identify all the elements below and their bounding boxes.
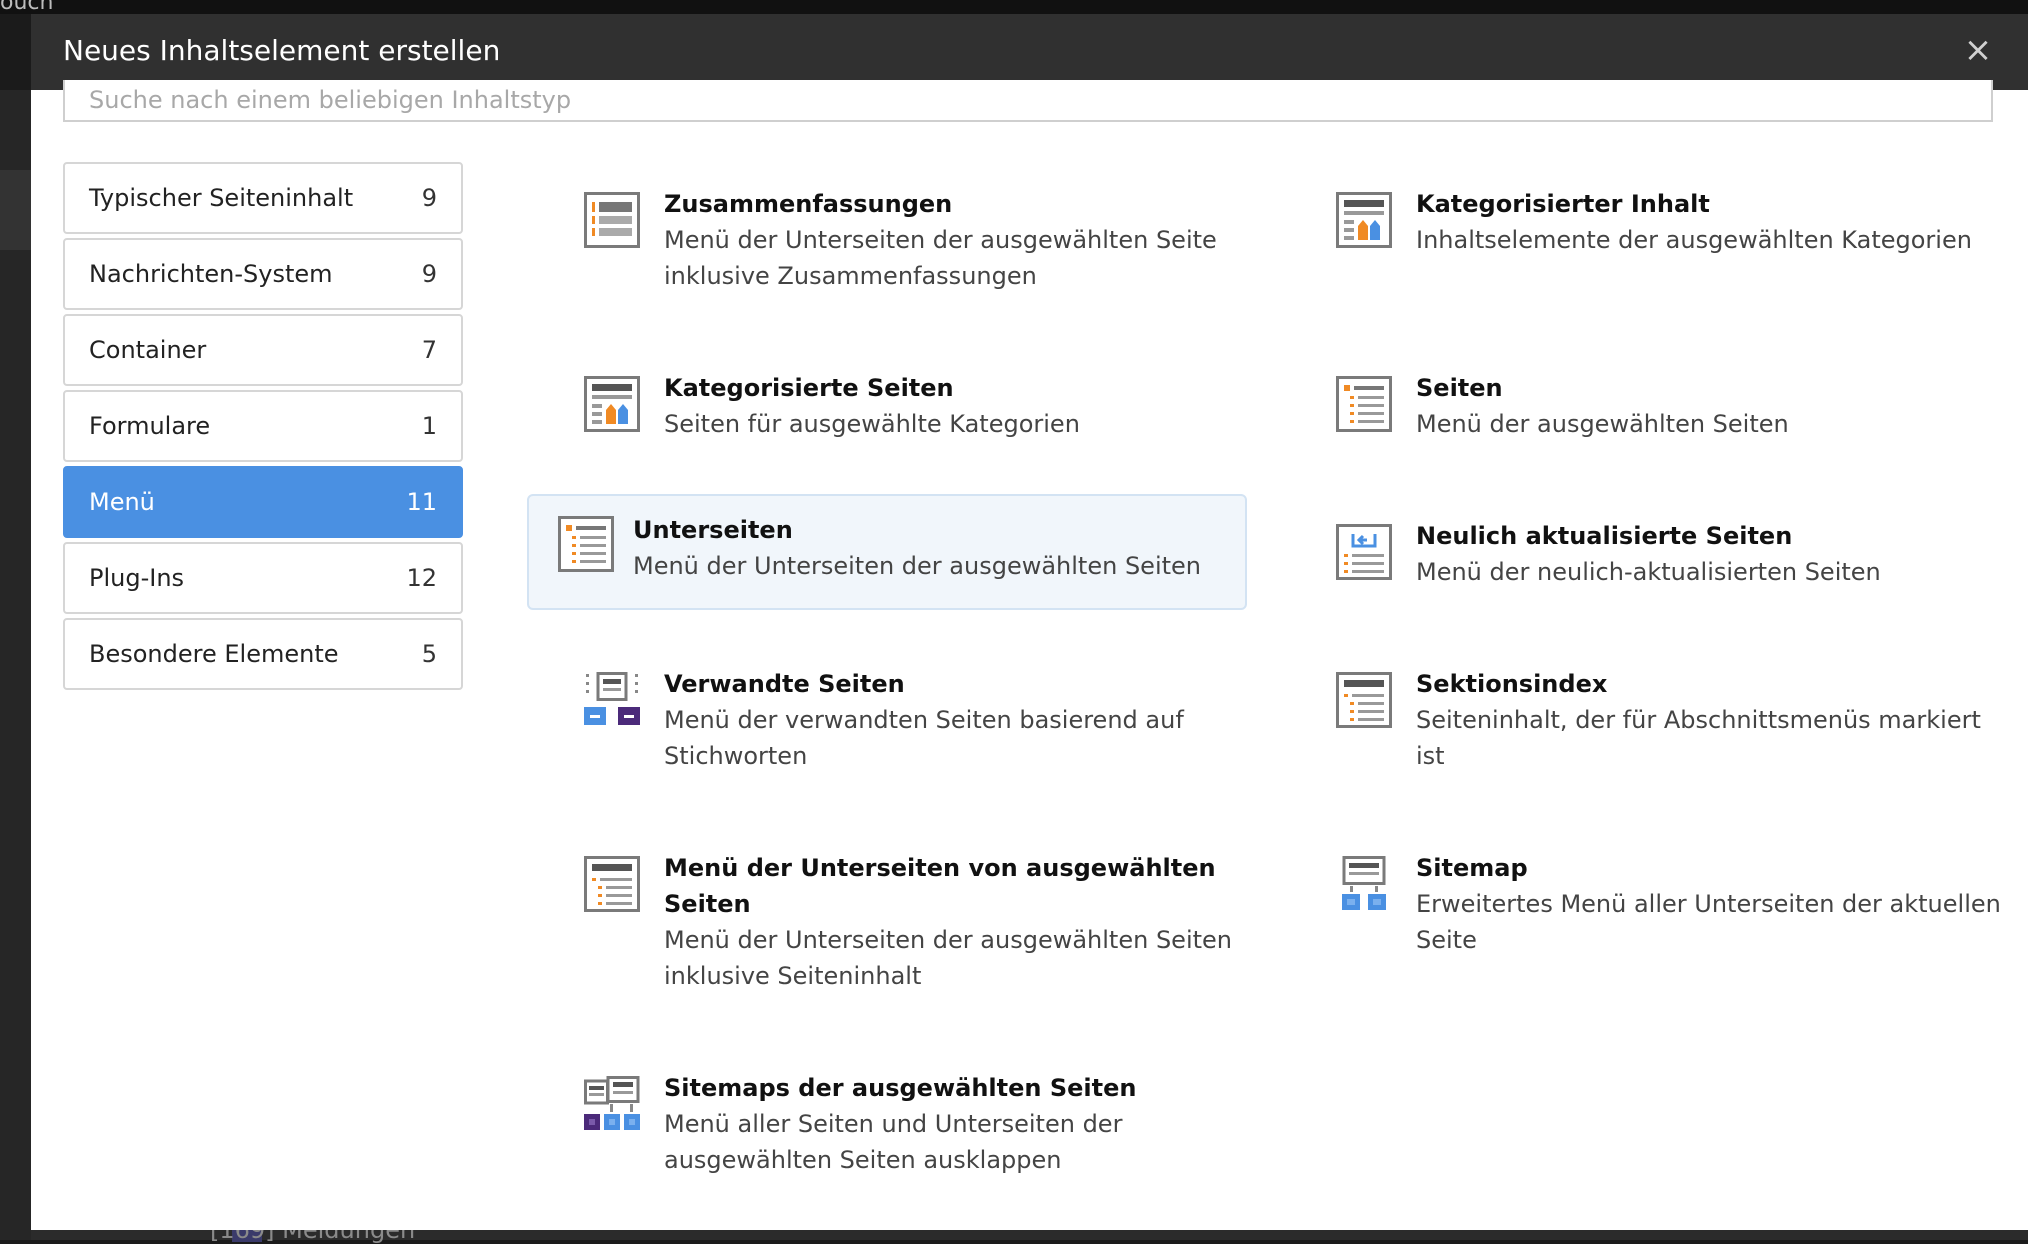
item-sitemap[interactable]: Sitemap Erweitertes Menü aller Unterseit… (1310, 836, 2028, 996)
item-neulich-aktualisierte-seiten[interactable]: Neulich aktualisierte Seiten Menü der ne… (1310, 504, 2028, 614)
subpages-content-icon (584, 856, 640, 912)
category-count: 9 (421, 184, 437, 212)
item-sitemaps-der-ausgewaehlten-seiten[interactable]: Sitemaps der ausgewählten Seiten Menü al… (558, 1056, 1278, 1216)
item-title: Neulich aktualisierte Seiten (1416, 522, 1793, 550)
search-input[interactable] (63, 80, 1993, 122)
categorized-pages-icon (584, 376, 640, 432)
background-topbar (0, 0, 2028, 14)
category-count: 5 (421, 640, 437, 668)
item-description: Menü der verwandten Seiten basierend auf (664, 706, 1184, 734)
category-count: 11 (406, 488, 437, 516)
item-kategorisierter-inhalt[interactable]: Kategorisierter Inhalt Inhaltselemente d… (1310, 172, 2028, 322)
category-typischer-seiteninhalt[interactable]: Typischer Seiteninhalt 9 (63, 162, 463, 234)
item-description: Stichworten (664, 742, 808, 770)
item-description: Menü aller Seiten und Unterseiten der (664, 1110, 1123, 1138)
item-seiten[interactable]: Seiten Menü der ausgewählten Seiten (1310, 356, 2028, 466)
item-sektionsindex[interactable]: Sektionsindex Seiteninhalt, der für Absc… (1310, 652, 2028, 812)
item-title: Unterseiten (633, 516, 793, 544)
item-description: ausgewählten Seiten ausklappen (664, 1146, 1062, 1174)
background-sidebar (0, 90, 31, 1240)
item-description: inklusive Zusammenfassungen (664, 262, 1037, 290)
item-description: Menü der Unterseiten der ausgewählten Se… (664, 926, 1232, 954)
related-pages-icon (584, 672, 640, 725)
category-plug-ins[interactable]: Plug-Ins 12 (63, 542, 463, 614)
category-label: Nachrichten-System (89, 260, 333, 288)
item-description: Menü der Unterseiten der ausgewählten Se… (664, 226, 1217, 254)
section-index-icon (1336, 672, 1392, 728)
item-description: Menü der neulich-aktualisierten Seiten (1416, 558, 1881, 586)
item-title: Zusammenfassungen (664, 190, 953, 218)
item-description: Erweitertes Menü aller Unterseiten der a… (1416, 890, 2001, 918)
category-count: 12 (406, 564, 437, 592)
item-title: Seiten (1416, 374, 1503, 402)
item-title: Sektionsindex (1416, 670, 1608, 698)
category-list: Typischer Seiteninhalt 9 Nachrichten-Sys… (63, 162, 463, 694)
item-title: Menü der Unterseiten von ausgewählten Se… (664, 850, 1254, 922)
item-description: ist (1416, 742, 1445, 770)
category-label: Menü (89, 488, 155, 516)
item-description: Seite (1416, 926, 1477, 954)
category-label: Typischer Seiteninhalt (89, 184, 354, 212)
item-description: Seiteninhalt, der für Abschnittsmenüs ma… (1416, 706, 1981, 734)
item-menu-unterseiten-von-ausgewaehlten-seiten[interactable]: Menü der Unterseiten von ausgewählten Se… (558, 836, 1278, 1036)
sitemap-icon (1342, 856, 1386, 910)
category-count: 7 (421, 336, 437, 364)
item-title: Sitemaps der ausgewählten Seiten (664, 1074, 1137, 1102)
new-content-element-modal: Neues Inhaltselement erstellen × Typisch… (31, 14, 2028, 1230)
category-label: Plug-Ins (89, 564, 185, 592)
item-description: Menü der Unterseiten der ausgewählten Se… (633, 552, 1201, 580)
modal-header: Neues Inhaltselement erstellen × (31, 14, 2028, 90)
pages-menu-icon (1336, 376, 1392, 432)
item-description: Seiten für ausgewählte Kategorien (664, 410, 1080, 438)
item-unterseiten[interactable]: Unterseiten Menü der Unterseiten der aus… (527, 494, 1247, 610)
background-title-fragment: ouch (0, 0, 54, 15)
item-description: Inhaltselemente der ausgewählten Kategor… (1416, 226, 1972, 254)
item-title: Sitemap (1416, 854, 1528, 882)
item-title: Kategorisierter Inhalt (1416, 190, 1710, 218)
categorized-content-icon (1336, 192, 1392, 248)
sitemaps-selected-icon (584, 1076, 640, 1130)
close-button[interactable]: × (1958, 30, 1998, 70)
item-zusammenfassungen[interactable]: Zusammenfassungen Menü der Unterseiten d… (558, 172, 1278, 322)
category-container[interactable]: Container 7 (63, 314, 463, 386)
category-count: 1 (421, 412, 437, 440)
category-count: 9 (421, 260, 437, 288)
category-formulare[interactable]: Formulare 1 (63, 390, 463, 462)
item-verwandte-seiten[interactable]: Verwandte Seiten Menü der verwandten Sei… (558, 652, 1278, 812)
subpages-menu-icon (558, 516, 614, 572)
item-title: Kategorisierte Seiten (664, 374, 954, 402)
category-label: Besondere Elemente (89, 640, 339, 668)
category-nachrichten-system[interactable]: Nachrichten-System 9 (63, 238, 463, 310)
category-label: Formulare (89, 412, 211, 440)
item-title: Verwandte Seiten (664, 670, 905, 698)
item-title-line: Menü der Unterseiten von ausgewählten (664, 854, 1216, 882)
item-kategorisierte-seiten[interactable]: Kategorisierte Seiten Seiten für ausgewä… (558, 356, 1278, 466)
item-description: Menü der ausgewählten Seiten (1416, 410, 1789, 438)
abstract-menu-icon (584, 192, 640, 248)
modal-title: Neues Inhaltselement erstellen (63, 34, 501, 67)
category-menu[interactable]: Menü 11 (63, 466, 463, 538)
category-label: Container (89, 336, 207, 364)
item-description: inklusive Seiteninhalt (664, 962, 922, 990)
category-besondere-elemente[interactable]: Besondere Elemente 5 (63, 618, 463, 690)
item-title-line: Seiten (664, 890, 751, 918)
recently-updated-icon (1336, 524, 1392, 580)
